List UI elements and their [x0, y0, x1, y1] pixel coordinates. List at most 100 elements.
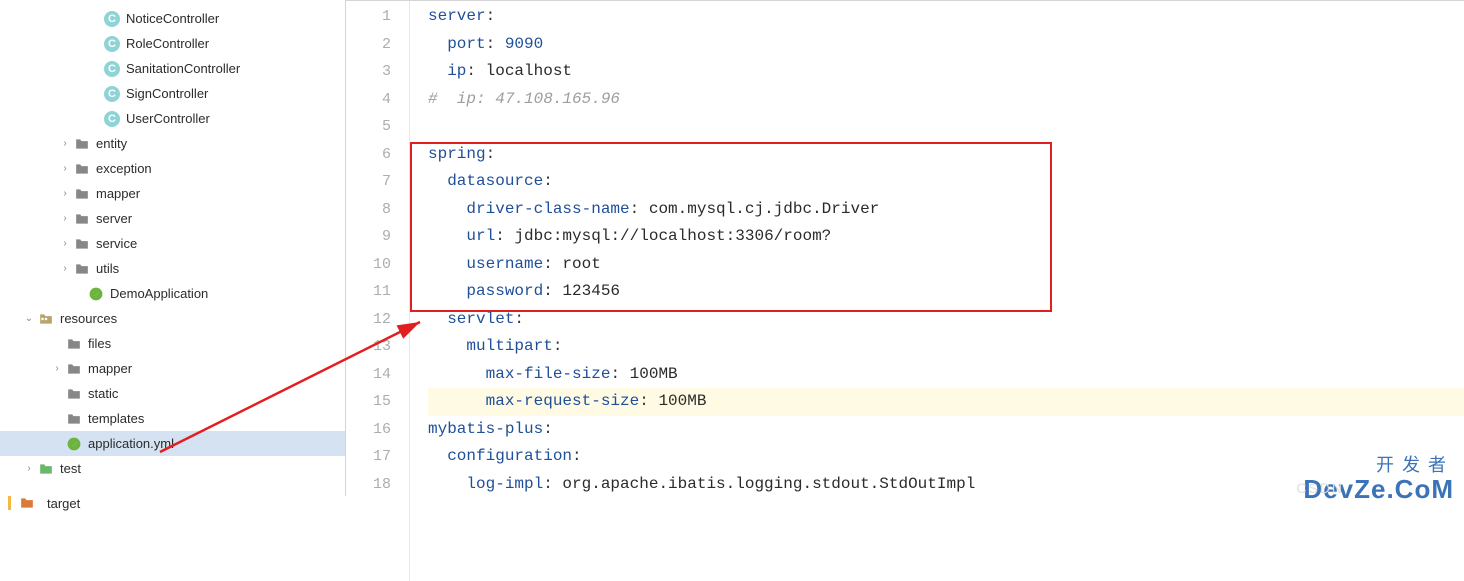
line-number[interactable]: 8 [346, 196, 391, 224]
line-gutter[interactable]: 123456789101112131415161718 [346, 1, 410, 581]
tree-label: target [47, 496, 80, 511]
tree-label: entity [96, 136, 127, 151]
tree-item-application-yml[interactable]: application.yml [0, 431, 345, 456]
editor-pane: AuditController.java Audit.vue applicati… [346, 0, 1464, 510]
tree-item-controller[interactable]: C NoticeController [0, 6, 345, 31]
folder-icon [19, 495, 35, 511]
code-line[interactable]: ip: localhost [428, 58, 1464, 86]
code-line[interactable]: driver-class-name: com.mysql.cj.jdbc.Dri… [428, 196, 1464, 224]
tree-label: service [96, 236, 137, 251]
tree-label: exception [96, 161, 152, 176]
folder-icon [74, 136, 90, 152]
line-number[interactable]: 13 [346, 333, 391, 361]
code-area[interactable]: server: port: 9090 ip: localhost# ip: 47… [410, 1, 1464, 581]
tree-label: templates [88, 411, 144, 426]
code-line[interactable]: url: jdbc:mysql://localhost:3306/room? [428, 223, 1464, 251]
tree-item-package[interactable]: › server [0, 206, 345, 231]
tree-item-test[interactable]: › test [0, 456, 345, 481]
tree-item-controller[interactable]: C UserController [0, 106, 345, 131]
tree-item-controller[interactable]: C SignController [0, 81, 345, 106]
code-line[interactable]: log-impl: org.apache.ibatis.logging.stdo… [428, 471, 1464, 499]
code-line[interactable]: servlet: [428, 306, 1464, 334]
folder-icon [66, 336, 82, 352]
class-icon: C [104, 11, 120, 27]
folder-icon [74, 161, 90, 177]
code-line[interactable]: max-request-size: 100MB [428, 388, 1464, 416]
tree-label: mapper [96, 186, 140, 201]
line-number[interactable]: 1 [346, 3, 391, 31]
line-number[interactable]: 16 [346, 416, 391, 444]
line-number[interactable]: 12 [346, 306, 391, 334]
chevron-right-icon[interactable] [50, 337, 64, 351]
tree-label: resources [60, 311, 117, 326]
tree-label: utils [96, 261, 119, 276]
tree-item-package[interactable]: › service [0, 231, 345, 256]
line-number[interactable]: 17 [346, 443, 391, 471]
line-number[interactable]: 10 [346, 251, 391, 279]
code-line[interactable]: multipart: [428, 333, 1464, 361]
folder-icon [38, 311, 54, 327]
line-number[interactable]: 4 [346, 86, 391, 114]
line-number[interactable]: 18 [346, 471, 391, 499]
tree-item-controller[interactable]: C SanitationController [0, 56, 345, 81]
tree-item-controller[interactable]: C RoleController [0, 31, 345, 56]
code-line[interactable]: port: 9090 [428, 31, 1464, 59]
code-line[interactable] [428, 113, 1464, 141]
chevron-right-icon[interactable]: › [58, 262, 72, 276]
project-tree[interactable]: C NoticeController C RoleController C Sa… [0, 0, 346, 510]
chevron-down-icon[interactable]: ⌄ [22, 312, 36, 326]
tree-item-resfolder[interactable]: static [0, 381, 345, 406]
code-line[interactable]: datasource: [428, 168, 1464, 196]
chevron-right-icon[interactable] [50, 412, 64, 426]
code-line[interactable]: # ip: 47.108.165.96 [428, 86, 1464, 114]
chevron-right-icon[interactable]: › [58, 212, 72, 226]
line-number[interactable]: 7 [346, 168, 391, 196]
tree-item-package[interactable]: › exception [0, 156, 345, 181]
line-number[interactable]: 6 [346, 141, 391, 169]
tree-item-resfolder[interactable]: › mapper [0, 356, 345, 381]
tree-item-resfolder[interactable]: files [0, 331, 345, 356]
line-number[interactable]: 3 [346, 58, 391, 86]
line-number[interactable]: 2 [346, 31, 391, 59]
tree-label: application.yml [88, 436, 174, 451]
tree-item-package[interactable]: › entity [0, 131, 345, 156]
folder-icon [74, 236, 90, 252]
line-number[interactable]: 14 [346, 361, 391, 389]
tree-item-target[interactable]: target [0, 496, 346, 510]
code-line[interactable]: mybatis-plus: [428, 416, 1464, 444]
folder-icon [74, 261, 90, 277]
code-line[interactable]: configuration: [428, 443, 1464, 471]
tree-label: test [60, 461, 81, 476]
tree-label: SignController [126, 86, 208, 101]
chevron-right-icon[interactable]: › [58, 187, 72, 201]
tree-label: files [88, 336, 111, 351]
chevron-right-icon[interactable]: › [50, 362, 64, 376]
line-number[interactable]: 11 [346, 278, 391, 306]
tree-item-resfolder[interactable]: templates [0, 406, 345, 431]
folder-icon [66, 386, 82, 402]
chevron-right-icon[interactable]: › [58, 237, 72, 251]
chevron-right-icon[interactable] [50, 387, 64, 401]
code-line[interactable]: server: [428, 3, 1464, 31]
class-icon: C [104, 111, 120, 127]
tree-label: SanitationController [126, 61, 240, 76]
marker-bar [8, 496, 11, 510]
tree-item-demoapp[interactable]: DemoApplication [0, 281, 345, 306]
code-line[interactable]: spring: [428, 141, 1464, 169]
tree-label: static [88, 386, 118, 401]
tree-item-resources[interactable]: ⌄ resources [0, 306, 345, 331]
tree-label: RoleController [126, 36, 209, 51]
class-icon: C [104, 61, 120, 77]
line-number[interactable]: 15 [346, 388, 391, 416]
chevron-right-icon[interactable]: › [58, 162, 72, 176]
code-line[interactable]: password: 123456 [428, 278, 1464, 306]
tree-item-package[interactable]: › utils [0, 256, 345, 281]
chevron-right-icon[interactable]: › [22, 462, 36, 476]
chevron-right-icon[interactable]: › [58, 137, 72, 151]
code-line[interactable]: max-file-size: 100MB [428, 361, 1464, 389]
tree-item-package[interactable]: › mapper [0, 181, 345, 206]
line-number[interactable]: 9 [346, 223, 391, 251]
line-number[interactable]: 5 [346, 113, 391, 141]
code-line[interactable]: username: root [428, 251, 1464, 279]
spring-icon [88, 286, 104, 302]
